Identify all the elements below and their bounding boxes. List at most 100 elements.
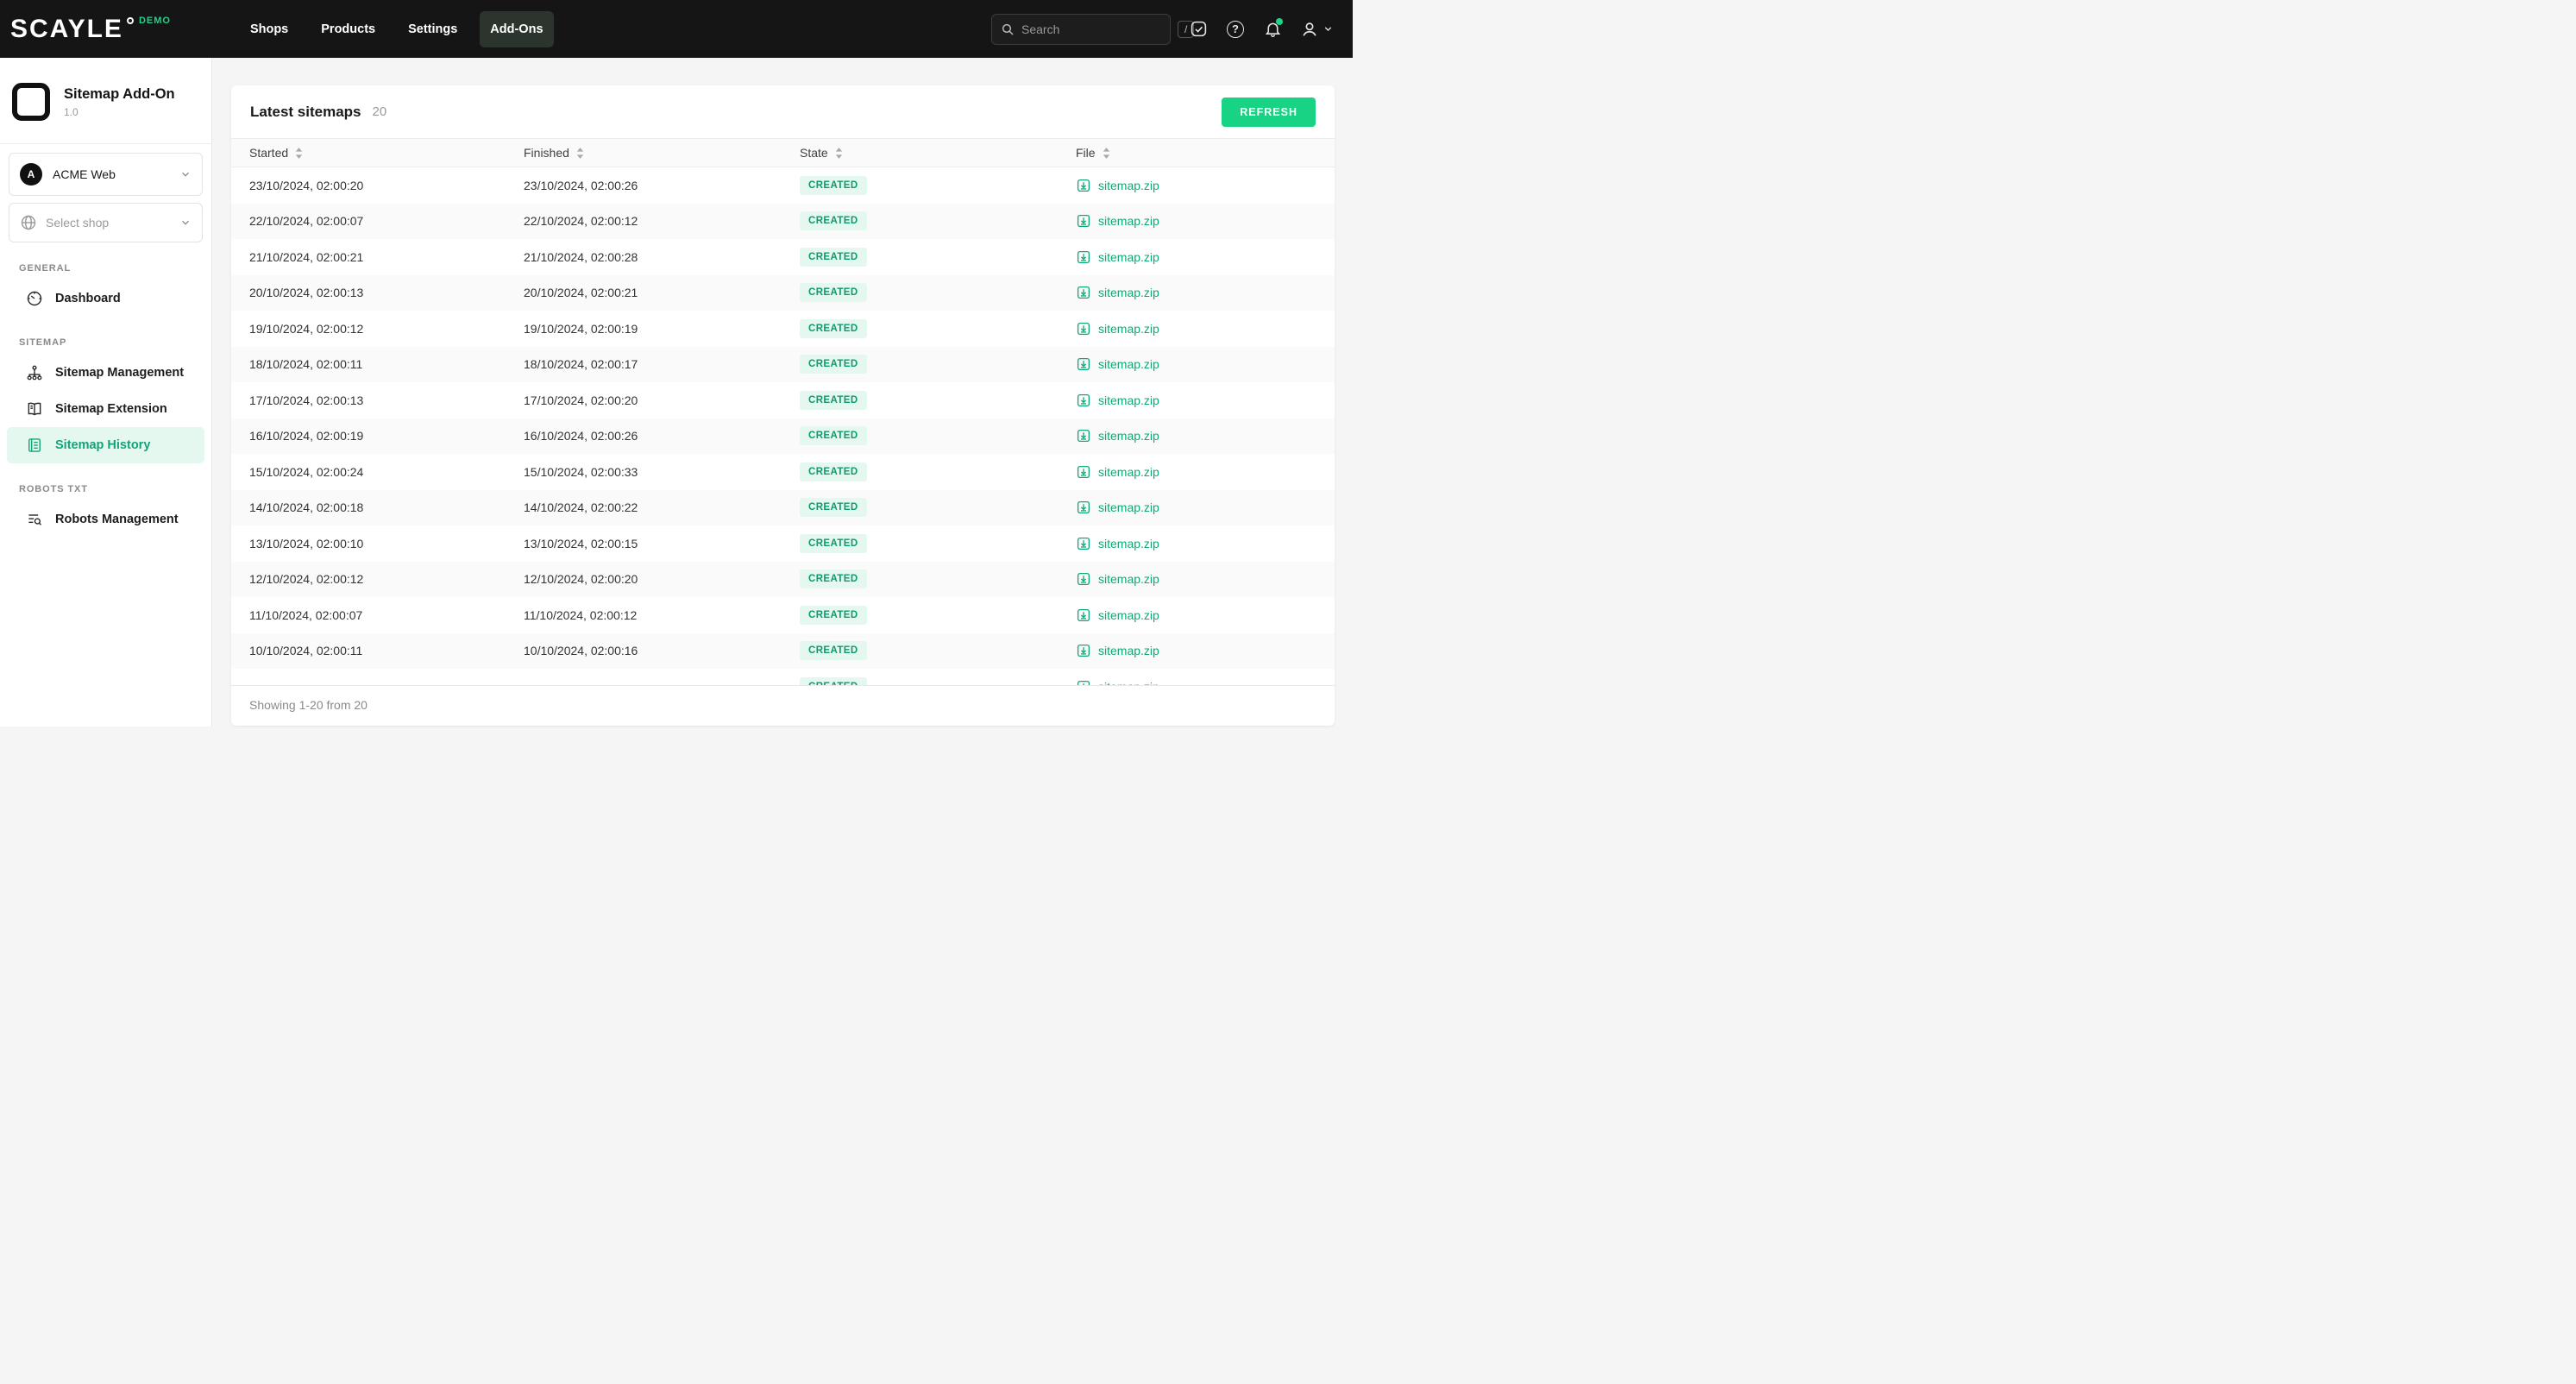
- table-row: 11/10/2024, 02:00:07 11/10/2024, 02:00:1…: [231, 597, 1335, 633]
- file-link-label[interactable]: sitemap.zip: [1098, 680, 1159, 685]
- cell-state: CREATED: [800, 247, 1076, 267]
- file-link-label[interactable]: sitemap.zip: [1098, 250, 1159, 264]
- download-icon[interactable]: [1076, 393, 1091, 408]
- cell-file[interactable]: sitemap.zip: [1076, 178, 1335, 193]
- help-icon[interactable]: ?: [1226, 20, 1245, 39]
- download-icon[interactable]: [1076, 428, 1091, 444]
- file-link-label[interactable]: sitemap.zip: [1098, 500, 1159, 514]
- table-row: 14/10/2024, 02:00:18 14/10/2024, 02:00:2…: [231, 489, 1335, 525]
- cell-state: CREATED: [800, 390, 1076, 410]
- cell-finished: 10/10/2024, 02:00:16: [524, 644, 638, 658]
- scayle-logo[interactable]: SCAYLE DEMO: [10, 14, 171, 45]
- table-row: 21/10/2024, 02:00:21 21/10/2024, 02:00:2…: [231, 239, 1335, 275]
- status-badge: CREATED: [800, 569, 867, 589]
- file-link-label[interactable]: sitemap.zip: [1098, 644, 1159, 657]
- cell-state: CREATED: [800, 498, 1076, 518]
- cell-file[interactable]: sitemap.zip: [1076, 607, 1335, 623]
- account-menu[interactable]: [1300, 20, 1334, 39]
- sidebar-item-sitemap-extension[interactable]: Sitemap Extension: [7, 391, 204, 427]
- cell-file[interactable]: sitemap.zip: [1076, 679, 1335, 685]
- download-icon[interactable]: [1076, 679, 1091, 685]
- download-icon[interactable]: [1076, 607, 1091, 623]
- tenant-name: ACME Web: [53, 167, 116, 181]
- shop-selector[interactable]: Select shop: [9, 203, 203, 242]
- column-header-started[interactable]: Started: [249, 146, 524, 160]
- cell-started: 14/10/2024, 02:00:18: [249, 500, 364, 515]
- download-icon[interactable]: [1076, 571, 1091, 587]
- download-icon[interactable]: [1076, 356, 1091, 372]
- notifications-icon[interactable]: [1263, 17, 1283, 39]
- cell-file[interactable]: sitemap.zip: [1076, 428, 1335, 444]
- sidebar-item-sitemap-history[interactable]: Sitemap History: [7, 427, 204, 463]
- nav-item-products[interactable]: Products: [311, 11, 386, 47]
- file-link-label[interactable]: sitemap.zip: [1098, 179, 1159, 192]
- app-version: 1.0: [64, 105, 79, 118]
- file-link-label[interactable]: sitemap.zip: [1098, 393, 1159, 407]
- addon-app-icon: [12, 83, 50, 121]
- file-link-label[interactable]: sitemap.zip: [1098, 286, 1159, 299]
- cell-file[interactable]: sitemap.zip: [1076, 464, 1335, 480]
- download-icon[interactable]: [1076, 464, 1091, 480]
- sort-icon: [575, 147, 585, 159]
- download-icon[interactable]: [1076, 321, 1091, 337]
- status-badge: CREATED: [800, 390, 867, 410]
- column-header-state[interactable]: State: [800, 146, 1076, 160]
- download-icon[interactable]: [1076, 213, 1091, 229]
- nav-item-settings[interactable]: Settings: [398, 11, 468, 47]
- question-mark-icon: ?: [1227, 20, 1244, 38]
- sidebar-item-robots-management[interactable]: Robots Management: [7, 501, 204, 538]
- download-icon[interactable]: [1076, 178, 1091, 193]
- file-link-label[interactable]: sitemap.zip: [1098, 537, 1159, 550]
- sidebar-item-label: Sitemap History: [55, 438, 151, 452]
- search-box[interactable]: /: [991, 13, 1195, 45]
- pagination-status: Showing 1-20 from 20: [231, 685, 1335, 726]
- dashboard-icon: [26, 290, 43, 307]
- table-row: 10/10/2024, 02:00:11 10/10/2024, 02:00:1…: [231, 632, 1335, 669]
- download-icon[interactable]: [1076, 536, 1091, 551]
- column-header-finished[interactable]: Finished: [524, 146, 800, 160]
- tenant-selector[interactable]: A ACME Web: [9, 153, 203, 196]
- file-link-label[interactable]: sitemap.zip: [1098, 429, 1159, 443]
- cell-file[interactable]: sitemap.zip: [1076, 393, 1335, 408]
- section-label-robots-txt: ROBOTS TXT: [19, 484, 88, 494]
- cell-state: CREATED: [800, 175, 1076, 195]
- nav-item-addons[interactable]: Add-Ons: [480, 10, 554, 47]
- cell-file[interactable]: sitemap.zip: [1076, 213, 1335, 229]
- cell-file[interactable]: sitemap.zip: [1076, 500, 1335, 515]
- topbar: SCAYLE DEMO Shops Products Settings Add-…: [0, 0, 1353, 58]
- table-row: 13/10/2024, 02:00:10 13/10/2024, 02:00:1…: [231, 525, 1335, 562]
- download-icon[interactable]: [1076, 643, 1091, 658]
- sidebar-item-label: Sitemap Management: [55, 366, 185, 380]
- cell-finished: 13/10/2024, 02:00:15: [524, 536, 638, 550]
- cell-file[interactable]: sitemap.zip: [1076, 643, 1335, 658]
- sidebar-item-sitemap-management[interactable]: Sitemap Management: [7, 355, 204, 391]
- cell-file[interactable]: sitemap.zip: [1076, 249, 1335, 265]
- file-link-label[interactable]: sitemap.zip: [1098, 572, 1159, 586]
- cell-file[interactable]: sitemap.zip: [1076, 285, 1335, 300]
- cell-started: 12/10/2024, 02:00:12: [249, 572, 364, 587]
- search-input[interactable]: [1021, 22, 1178, 36]
- download-icon[interactable]: [1076, 249, 1091, 265]
- cell-state: CREATED: [800, 641, 1076, 661]
- cell-file[interactable]: sitemap.zip: [1076, 356, 1335, 372]
- file-link-label[interactable]: sitemap.zip: [1098, 465, 1159, 479]
- sidebar-item-dashboard[interactable]: Dashboard: [7, 280, 204, 317]
- nav-item-shops[interactable]: Shops: [240, 11, 298, 47]
- cell-file[interactable]: sitemap.zip: [1076, 536, 1335, 551]
- file-link-label[interactable]: sitemap.zip: [1098, 322, 1159, 336]
- file-link-label[interactable]: sitemap.zip: [1098, 357, 1159, 371]
- refresh-button[interactable]: REFRESH: [1222, 97, 1316, 127]
- file-link-label[interactable]: sitemap.zip: [1098, 608, 1159, 622]
- check-badge-icon[interactable]: [1189, 20, 1208, 39]
- table-row: 17/10/2024, 02:00:13 17/10/2024, 02:00:2…: [231, 382, 1335, 418]
- file-link-label[interactable]: sitemap.zip: [1098, 214, 1159, 228]
- download-icon[interactable]: [1076, 500, 1091, 515]
- table-row: 22/10/2024, 02:00:07 22/10/2024, 02:00:1…: [231, 203, 1335, 239]
- cell-file[interactable]: sitemap.zip: [1076, 571, 1335, 587]
- cell-state: CREATED: [800, 676, 1076, 685]
- table-row: 16/10/2024, 02:00:19 16/10/2024, 02:00:2…: [231, 418, 1335, 454]
- globe-icon: [20, 214, 37, 231]
- download-icon[interactable]: [1076, 285, 1091, 300]
- cell-file[interactable]: sitemap.zip: [1076, 321, 1335, 337]
- column-header-file[interactable]: File: [1076, 146, 1335, 160]
